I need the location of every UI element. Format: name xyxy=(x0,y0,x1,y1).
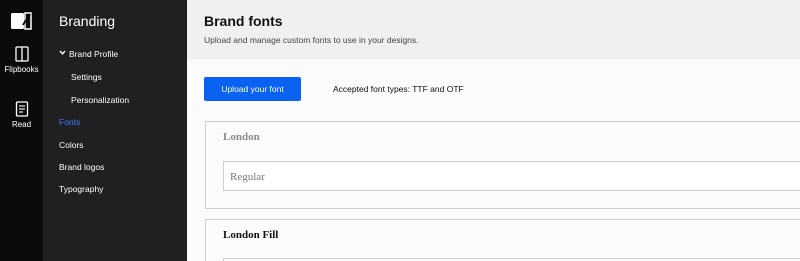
page-header: Brand fonts Upload and manage custom fon… xyxy=(187,0,800,59)
accepted-font-types: Accepted font types: TTF and OTF xyxy=(333,84,464,94)
font-family-name: London Fill xyxy=(223,229,279,241)
sidebar-item-brand-logos[interactable]: Brand logos xyxy=(59,162,104,172)
page-subtitle: Upload and manage custom fonts to use in… xyxy=(204,35,419,45)
rail-item-read[interactable]: Read xyxy=(0,101,43,129)
font-variant-label: Regular xyxy=(230,171,265,183)
book-logo-icon[interactable] xyxy=(10,11,32,31)
read-icon xyxy=(15,101,28,117)
font-variant-row[interactable]: Regular xyxy=(223,161,800,191)
sidebar-item-colors[interactable]: Colors xyxy=(59,140,84,150)
rail-item-label: Read xyxy=(11,120,32,129)
main-content: Upload your font Accepted font types: TT… xyxy=(187,59,800,261)
app-rail: Flipbooks Read xyxy=(0,0,43,261)
font-card-london[interactable]: London Regular xyxy=(205,121,800,209)
branding-sidebar: Branding Brand Profile Settings Personal… xyxy=(43,0,187,261)
upload-font-button[interactable]: Upload your font xyxy=(204,77,301,101)
rail-item-label: Flipbooks xyxy=(4,65,39,74)
sidebar-item-settings[interactable]: Settings xyxy=(71,72,102,82)
page-title: Brand fonts xyxy=(204,13,283,29)
rail-item-flipbooks[interactable]: Flipbooks xyxy=(0,46,43,74)
chevron-down-icon[interactable] xyxy=(59,49,66,56)
sidebar-heading: Branding xyxy=(59,13,116,29)
sidebar-item-fonts[interactable]: Fonts xyxy=(59,117,80,127)
sidebar-item-typography[interactable]: Typography xyxy=(59,184,103,194)
flipbooks-icon xyxy=(14,46,29,62)
font-card-london-fill[interactable]: London Fill xyxy=(205,219,800,261)
sidebar-item-brand-profile[interactable]: Brand Profile xyxy=(69,49,118,59)
font-family-name: London xyxy=(223,131,260,143)
sidebar-item-personalization[interactable]: Personalization xyxy=(71,95,129,105)
